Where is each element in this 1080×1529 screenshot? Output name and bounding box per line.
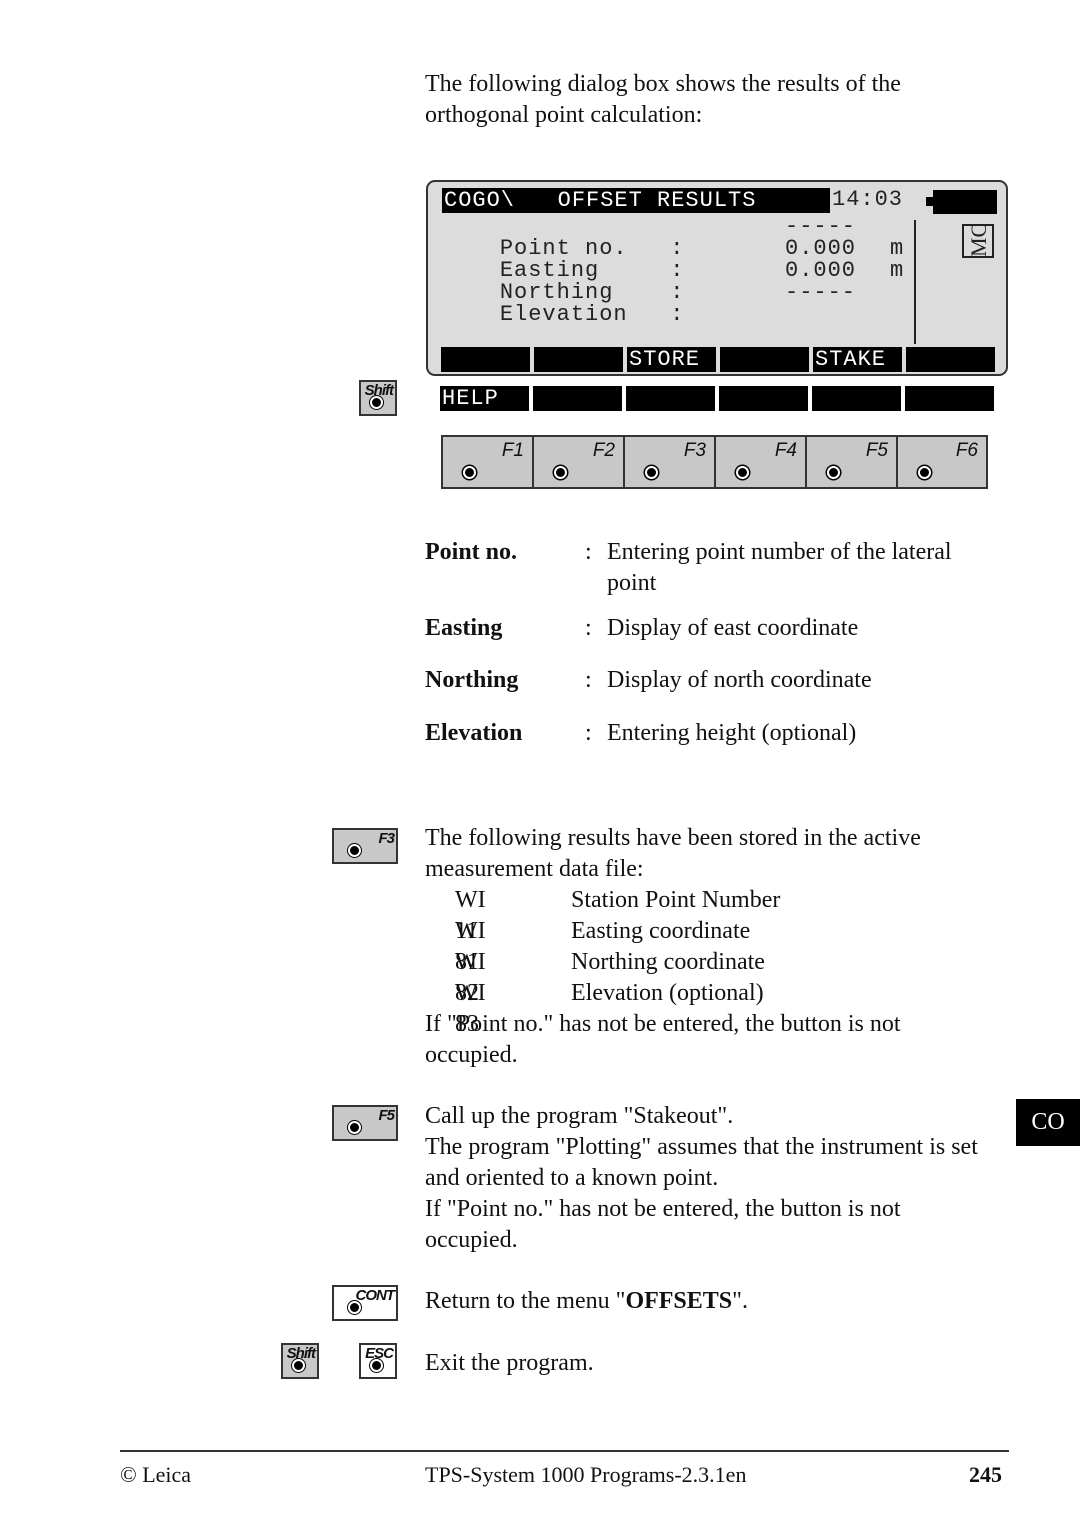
function-key-row: F1 F2 F3 F4 F5 F6: [441, 435, 988, 489]
cont-text-post: ".: [732, 1288, 748, 1314]
f3-key-label: F3: [378, 830, 394, 847]
key-led-icon: [554, 466, 567, 479]
definition-desc: Entering height (optional): [607, 720, 857, 746]
stake-line1: Call up the program "Stakeout".: [425, 1103, 734, 1129]
f1-label: F1: [501, 440, 524, 461]
stake-line2: The program "Plotting" assumes that the …: [425, 1134, 978, 1191]
f5-key[interactable]: F5: [807, 437, 898, 487]
softkey-bar: STORE STAKE: [441, 347, 995, 372]
row-value: -----: [785, 280, 857, 305]
cont-description: Return to the menu "OFFSETS".: [425, 1286, 748, 1317]
definition-desc: Display of east coordinate: [607, 615, 859, 641]
shift-softkey-f2[interactable]: [533, 386, 622, 411]
mc-badge-label: MC: [966, 222, 991, 257]
softkey-f2[interactable]: [534, 347, 623, 372]
f5-key-label: F5: [378, 1107, 394, 1124]
f5-label: F5: [865, 440, 888, 461]
footer-title: TPS-System 1000 Programs-2.3.1en: [425, 1462, 747, 1487]
key-led-icon: [292, 1359, 305, 1372]
esc-description: Exit the program.: [425, 1350, 594, 1376]
softkey-store[interactable]: STORE: [627, 347, 716, 372]
shift-softkey-f4[interactable]: [719, 386, 808, 411]
wi-desc: Station Point Number: [571, 887, 781, 913]
mc-badge: MC: [962, 222, 994, 258]
shift-key[interactable]: Shift: [359, 380, 397, 416]
row-value: -----: [785, 214, 857, 239]
row-unit: m: [890, 236, 905, 261]
wi-desc: Easting coordinate: [571, 918, 751, 944]
definition-colon: :: [585, 720, 592, 746]
f6-key[interactable]: F6: [898, 437, 986, 487]
softkey-help[interactable]: HELP: [440, 386, 529, 411]
screen-title: COGO\ OFFSET RESULTS: [442, 188, 830, 213]
definition-colon: :: [585, 615, 592, 641]
definition-desc: Display of north coordinate: [607, 667, 872, 693]
shift-softkey-f5[interactable]: [812, 386, 901, 411]
shift-softkey-bar: HELP: [440, 386, 994, 411]
store-note: If "Point no." has not be entered, the b…: [425, 1011, 901, 1068]
softkey-f4[interactable]: [720, 347, 809, 372]
key-led-icon: [348, 844, 361, 857]
cont-text-pre: Return to the menu ": [425, 1288, 626, 1314]
footer-rule: [120, 1450, 1009, 1452]
cont-menu-name: OFFSETS: [625, 1288, 733, 1314]
key-led-icon: [645, 466, 658, 479]
cont-key-label: CONT: [355, 1287, 395, 1304]
softkey-f6[interactable]: [906, 347, 995, 372]
page-number: 245: [969, 1462, 1002, 1487]
cont-key-icon[interactable]: CONT: [332, 1285, 398, 1321]
key-led-icon: [348, 1121, 361, 1134]
softkey-stake[interactable]: STAKE: [813, 347, 902, 372]
store-description: The following results have been stored i…: [425, 825, 921, 882]
definition-colon: :: [585, 667, 592, 693]
definition-colon: :: [585, 539, 592, 565]
f3-key[interactable]: F3: [625, 437, 716, 487]
stake-note: If "Point no." has not be entered, the b…: [425, 1196, 901, 1253]
definition-term: Elevation: [425, 720, 523, 746]
definition-term: Point no.: [425, 539, 518, 565]
key-led-icon: [918, 466, 931, 479]
f2-key[interactable]: F2: [534, 437, 625, 487]
clock: 14:03: [832, 187, 904, 212]
f3-key-icon[interactable]: F3: [332, 828, 398, 864]
definition-term: Northing: [425, 667, 519, 693]
divider: [914, 220, 916, 344]
f6-label: F6: [955, 440, 978, 461]
definition-desc: Entering point number of the lateral poi…: [607, 539, 952, 596]
chapter-tab: CO: [1016, 1099, 1080, 1146]
intro-paragraph: The following dialog box shows the resul…: [425, 71, 901, 128]
f4-key[interactable]: F4: [716, 437, 807, 487]
key-led-icon: [463, 466, 476, 479]
footer-copyright: © Leica: [120, 1462, 192, 1487]
row-value: 0.000: [785, 236, 857, 261]
shift-softkey-f3[interactable]: [626, 386, 715, 411]
f1-key[interactable]: F1: [443, 437, 534, 487]
key-led-icon: [370, 1359, 383, 1372]
row-label: Elevation :: [499, 302, 685, 327]
shift-softkey-f6[interactable]: [905, 386, 994, 411]
row-value: 0.000: [785, 258, 857, 283]
key-led-icon: [348, 1301, 361, 1314]
definition-point-no: Point no. : Entering point number of the…: [425, 537, 995, 599]
wi-desc: Northing coordinate: [571, 949, 765, 975]
wi-desc: Elevation (optional): [571, 980, 764, 1006]
f2-label: F2: [592, 440, 615, 461]
row-unit: m: [890, 258, 905, 283]
f3-label: F3: [683, 440, 706, 461]
battery-icon: [933, 190, 997, 214]
key-led-icon: [736, 466, 749, 479]
instrument-screen: COGO\ OFFSET RESULTS 14:03 Point no. : -…: [426, 180, 1008, 376]
key-led-icon: [370, 396, 383, 409]
key-led-icon: [827, 466, 840, 479]
f4-label: F4: [774, 440, 797, 461]
definition-term: Easting: [425, 615, 503, 641]
softkey-f1[interactable]: [441, 347, 530, 372]
esc-key-icon[interactable]: ESC: [359, 1343, 397, 1379]
battery-icon-tip: [926, 197, 933, 206]
f5-key-icon[interactable]: F5: [332, 1105, 398, 1141]
shift-key-icon[interactable]: Shift: [281, 1343, 319, 1379]
